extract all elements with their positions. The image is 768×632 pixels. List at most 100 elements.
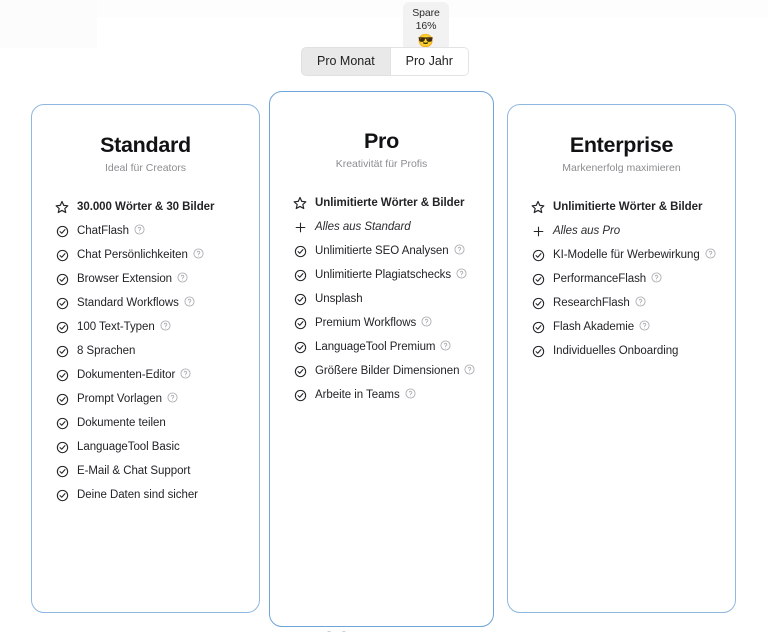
info-icon[interactable] xyxy=(405,388,416,399)
feature-item: Dokumente teilen xyxy=(49,416,242,430)
feature-label: LanguageTool Basic xyxy=(77,441,180,453)
feature-label: Unsplash xyxy=(315,293,363,305)
feature-item: Arbeite in Teams xyxy=(287,388,476,402)
check-circle-icon xyxy=(531,272,545,286)
check-circle-icon xyxy=(55,488,69,502)
info-icon[interactable] xyxy=(635,296,646,307)
feature-item: Browser Extension xyxy=(49,272,242,286)
check-circle-icon xyxy=(55,296,69,310)
feature-item: Premium Workflows xyxy=(287,316,476,330)
check-circle-icon xyxy=(55,416,69,430)
info-icon[interactable] xyxy=(177,272,188,283)
check-circle-icon xyxy=(55,248,69,262)
feature-label: Individuelles Onboarding xyxy=(553,345,679,357)
feature-item: LanguageTool Basic xyxy=(49,440,242,454)
feature-item: Unlimitierte SEO Analysen xyxy=(287,244,476,258)
feature-label: Dokumenten-Editor xyxy=(77,368,191,382)
toggle-monthly[interactable]: Pro Monat xyxy=(301,47,390,76)
feature-item: 8 Sprachen xyxy=(49,344,242,358)
info-icon[interactable] xyxy=(639,320,650,331)
feature-label: ChatFlash xyxy=(77,224,145,238)
feature-label: Alles aus Pro xyxy=(553,225,621,237)
info-icon[interactable] xyxy=(421,316,432,327)
sunglasses-emoji-icon: 😎 xyxy=(417,33,435,48)
check-circle-icon xyxy=(293,388,307,402)
feature-item: Größere Bilder Dimensionen xyxy=(287,364,476,378)
feature-label: Flash Akademie xyxy=(553,320,650,334)
feature-label: E-Mail & Chat Support xyxy=(77,465,191,477)
check-circle-icon xyxy=(531,320,545,334)
feature-label: Premium Workflows xyxy=(315,316,432,330)
info-icon[interactable] xyxy=(705,248,716,259)
check-circle-icon xyxy=(293,364,307,378)
plan-title: Enterprise xyxy=(569,133,674,157)
plan-title: Pro xyxy=(364,129,399,153)
plan-card-enterprise[interactable]: Enterprise Markenerfolg maximieren Unlim… xyxy=(507,104,736,632)
check-circle-icon xyxy=(55,224,69,238)
plan-card-standard[interactable]: Standard Ideal für Creators 30.000 Wörte… xyxy=(31,104,260,632)
info-icon[interactable] xyxy=(193,248,204,259)
plan-tagline: Kreativität für Profis xyxy=(335,158,428,170)
check-circle-icon xyxy=(293,292,307,306)
feature-item: Dokumenten-Editor xyxy=(49,368,242,382)
check-circle-icon xyxy=(55,344,69,358)
feature-label: 100 Text-Typen xyxy=(77,320,171,334)
info-icon[interactable] xyxy=(160,320,171,331)
check-circle-icon xyxy=(293,244,307,258)
plus-icon xyxy=(531,224,545,238)
billing-period-toggle[interactable]: Pro Monat Pro Jahr xyxy=(301,47,469,76)
check-circle-icon xyxy=(293,340,307,354)
feature-label: Unlimitierte Plagiatschecks xyxy=(315,268,467,282)
info-icon[interactable] xyxy=(440,340,452,351)
check-circle-icon xyxy=(293,268,307,282)
check-circle-icon xyxy=(55,272,69,286)
feature-label: Größere Bilder Dimensionen xyxy=(315,364,475,378)
feature-item: Deine Daten sind sicher xyxy=(49,488,242,502)
check-circle-icon xyxy=(531,344,545,358)
feature-item: Individuelles Onboarding xyxy=(525,344,718,358)
savings-badge: Spare 16% 😎 xyxy=(403,2,449,56)
feature-label: Unlimitierte Wörter & Bilder xyxy=(315,197,465,209)
info-icon[interactable] xyxy=(454,244,465,255)
info-icon[interactable] xyxy=(180,368,191,379)
star-icon xyxy=(531,200,545,214)
check-circle-icon xyxy=(293,316,307,330)
check-circle-icon xyxy=(55,368,69,382)
feature-label: Prompt Vorlagen xyxy=(77,392,178,406)
info-icon[interactable] xyxy=(456,268,467,279)
info-icon[interactable] xyxy=(184,296,195,307)
feature-label: Browser Extension xyxy=(77,272,188,286)
check-circle-icon xyxy=(531,296,545,310)
check-circle-icon xyxy=(55,464,69,478)
check-circle-icon xyxy=(55,392,69,406)
info-icon[interactable] xyxy=(464,364,475,375)
feature-label: Dokumente teilen xyxy=(77,417,166,429)
feature-item: KI-Modelle für Werbewirkung xyxy=(525,248,718,262)
price-amount: 80 xyxy=(321,627,351,632)
info-icon[interactable] xyxy=(651,272,662,283)
feature-item: E-Mail & Chat Support xyxy=(49,464,242,478)
info-icon[interactable] xyxy=(167,392,178,403)
savings-badge-line1: Spare xyxy=(412,7,440,19)
feature-label: Arbeite in Teams xyxy=(315,388,416,402)
info-icon[interactable] xyxy=(134,224,145,235)
feature-item: ResearchFlash xyxy=(525,296,718,310)
feature-label: Unlimitierte SEO Analysen xyxy=(315,244,465,258)
feature-list: 30.000 Wörter & 30 Bilder ChatFlash Chat P… xyxy=(49,200,242,502)
plan-card-pro[interactable]: Pro Kreativität für Profis Unlimitierte … xyxy=(269,91,494,632)
feature-label: PerformanceFlash xyxy=(553,272,662,286)
check-circle-icon xyxy=(55,440,69,454)
feature-item: Flash Akademie xyxy=(525,320,718,334)
feature-item: Standard Workflows xyxy=(49,296,242,310)
feature-label: Alles aus Standard xyxy=(315,221,411,233)
page-top-tint xyxy=(0,0,768,17)
plus-icon xyxy=(293,220,307,234)
pricing-page: Spare 16% 😎 Pro Monat Pro Jahr Standard … xyxy=(0,0,768,632)
feature-item: Unlimitierte Plagiatschecks xyxy=(287,268,476,282)
feature-label: KI-Modelle für Werbewirkung xyxy=(553,248,716,262)
feature-label: Chat Persönlichkeiten xyxy=(77,248,204,262)
feature-item: LanguageTool Premium xyxy=(287,340,476,354)
price-block: € 80 / Monat / Pro Platz Jederzeit kündb… xyxy=(270,627,493,632)
check-circle-icon xyxy=(55,320,69,334)
toggle-yearly[interactable]: Pro Jahr xyxy=(389,47,469,76)
